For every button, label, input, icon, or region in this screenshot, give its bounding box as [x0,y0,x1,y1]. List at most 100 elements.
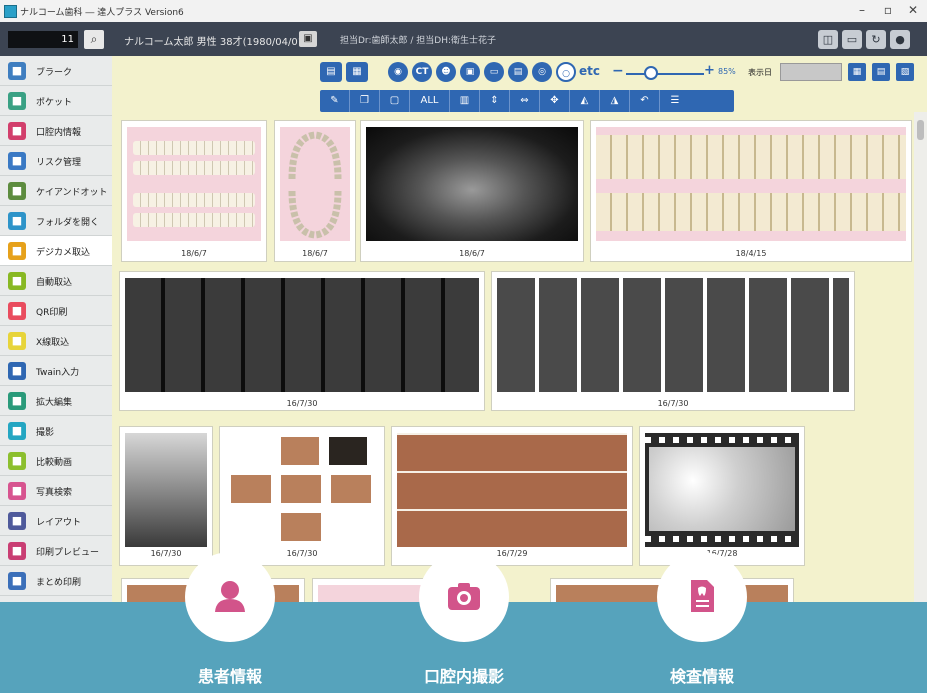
image-card[interactable]: 16/7/30 [219,426,385,566]
monitor-icon: ▭ [846,33,858,46]
patient-id-field[interactable]: 11 [8,31,78,48]
report-icon: ▤ [876,67,886,77]
sidebar-item-label: 口腔内情報 [36,128,82,138]
monitor-button[interactable]: ▭ [842,30,862,49]
display-date-field[interactable] [780,63,842,81]
maximize-button[interactable]: ▫ [880,3,896,17]
image-card[interactable]: 18/6/7 [274,120,356,262]
etc-filter-button[interactable]: etc [579,64,600,78]
sidebar-item[interactable]: ■ 口腔内情報 [0,116,112,146]
sidebar-item[interactable]: ■ QR印刷 [0,296,112,326]
sidebar-item-label: 撮影 [36,428,55,438]
photo-filter-button[interactable]: ▣ [460,62,480,82]
ct-filter-button[interactable]: CT [412,62,432,82]
sidebar-item[interactable]: ■ 比較動画 [0,446,112,476]
calendar-button[interactable]: ▦ [848,63,866,81]
sidebar-item[interactable]: ■ 撮影 [0,416,112,446]
rotate-left-button[interactable]: ◭ [570,90,600,112]
window-title: ナルコーム歯科 ― 達人プラス Version6 [20,8,184,18]
rotate-right-button[interactable]: ◮ [600,90,630,112]
image-workspace: ▤ ▦ ◉ CT ☻ ▣ ▭ ▤ ◎ ○ etc − + 85% 表示日 ▦ ▤… [112,56,927,609]
mirror-button[interactable]: ✥ [540,90,570,112]
auto-import-icon: ■ [8,272,26,290]
copy-button[interactable]: ❐ [350,90,380,112]
paste-button[interactable]: ▢ [380,90,410,112]
image-view-icon: ▤ [326,66,336,77]
image-card[interactable]: 18/4/15 [590,120,912,262]
sidebar-item[interactable]: ■ X線取込 [0,326,112,356]
minimize-button[interactable]: – [854,3,870,17]
dental-xray-series-thumbnail [125,278,479,392]
select-all-button[interactable]: ALL [410,90,450,112]
patient-card-button[interactable]: ▣ [299,31,317,47]
sidebar-item-label: 自動取込 [36,278,73,288]
edit-button[interactable]: ✎ [320,90,350,112]
zoom-percent: 85% [718,67,736,76]
export-button[interactable]: ▧ [896,63,914,81]
zoom-slider-handle[interactable] [644,66,658,80]
image-date: 16/7/30 [657,399,689,408]
close-button[interactable]: ✕ [905,3,921,17]
search-button[interactable]: ⌕ [84,30,104,49]
flip-horizontal-button[interactable]: ⇔ [510,90,540,112]
image-card[interactable]: 16/7/28 [639,426,805,566]
flip-vertical-icon: ⇕ [490,95,499,106]
refresh-button[interactable]: ↻ [866,30,886,49]
image-card[interactable]: 16/7/30 [119,426,213,566]
image-card[interactable]: 16/7/29 [391,426,633,566]
microscope-video-thumbnail [645,433,799,547]
scan-filter-button[interactable]: ◎ [532,62,552,82]
sidebar-item-label: ポケット [36,98,73,108]
undo-button[interactable]: ↶ [630,90,660,112]
tooth-filter-button[interactable]: ◉ [388,62,408,82]
panorama-icon: ▭ [489,67,499,77]
dual-view-button[interactable]: ◫ [818,30,838,49]
sidebar-item[interactable]: ■ まとめ印刷 [0,566,112,596]
image-date: 18/6/7 [181,249,207,258]
folder-icon: ■ [8,212,26,230]
sidebar-item-label: 比較動画 [36,458,73,468]
sidebar-item[interactable]: ■ ケイアンドオット [0,176,112,206]
sidebar-item-label: リスク管理 [36,158,82,168]
image-card[interactable]: 18/6/7 [360,120,584,262]
image-card[interactable]: 16/7/30 [119,271,485,411]
scrollbar[interactable] [914,112,927,602]
report-button[interactable]: ▤ [872,63,890,81]
sidebar-item[interactable]: ■ ブラーク [0,56,112,86]
view-mode-button[interactable]: ▤ [320,62,342,82]
panorama-filter-button[interactable]: ▭ [484,62,504,82]
zoom-slider[interactable] [626,73,704,75]
sidebar-item[interactable]: ■ ポケット [0,86,112,116]
image-card[interactable]: 18/6/7 [121,120,267,262]
sidebar-item[interactable]: ■ レイアウト [0,506,112,536]
flip-vertical-button[interactable]: ⇕ [480,90,510,112]
sidebar-item[interactable]: ■ リスク管理 [0,146,112,176]
user-button[interactable]: ● [890,30,910,49]
circle-icon: ○ [562,69,570,79]
sidebar-item[interactable]: ■ 印刷プレビュー [0,536,112,566]
face-filter-button[interactable]: ☻ [436,62,456,82]
sidebar-item[interactable]: ■ 写真検索 [0,476,112,506]
other-filter-button[interactable]: ○ [556,62,576,82]
intraoral-photo-grid-thumbnail [397,433,627,547]
dental-filter-button[interactable]: ▤ [508,62,528,82]
image-card[interactable]: 16/7/30 [491,271,855,411]
delete-button[interactable]: ▥ [450,90,480,112]
perio-chart-thumbnail [596,127,906,241]
display-date-label: 表示日 [748,68,772,77]
zoom-out-button[interactable]: − [612,63,624,79]
sidebar-item[interactable]: ■ 自動取込 [0,266,112,296]
panorama-xray-thumbnail [366,127,578,241]
sidebar-item[interactable]: ■ Twain入力 [0,356,112,386]
scrollbar-thumb[interactable] [917,120,924,140]
grid-view-button[interactable]: ▦ [346,62,368,82]
zoom-in-button[interactable]: + [704,63,715,78]
list-button[interactable]: ☰ [660,90,690,112]
sidebar-item[interactable]: ■ フォルダを開く [0,206,112,236]
plaque-icon: ■ [8,62,26,80]
feature-exam-info: 検査情報 [652,552,752,692]
sidebar-item[interactable]: ■ 拡大編集 [0,386,112,416]
feature-label: 口腔内撮影 [423,667,504,686]
print-icon: ■ [8,542,26,560]
sidebar-item[interactable]: ■ デジカメ取込 [0,236,112,266]
